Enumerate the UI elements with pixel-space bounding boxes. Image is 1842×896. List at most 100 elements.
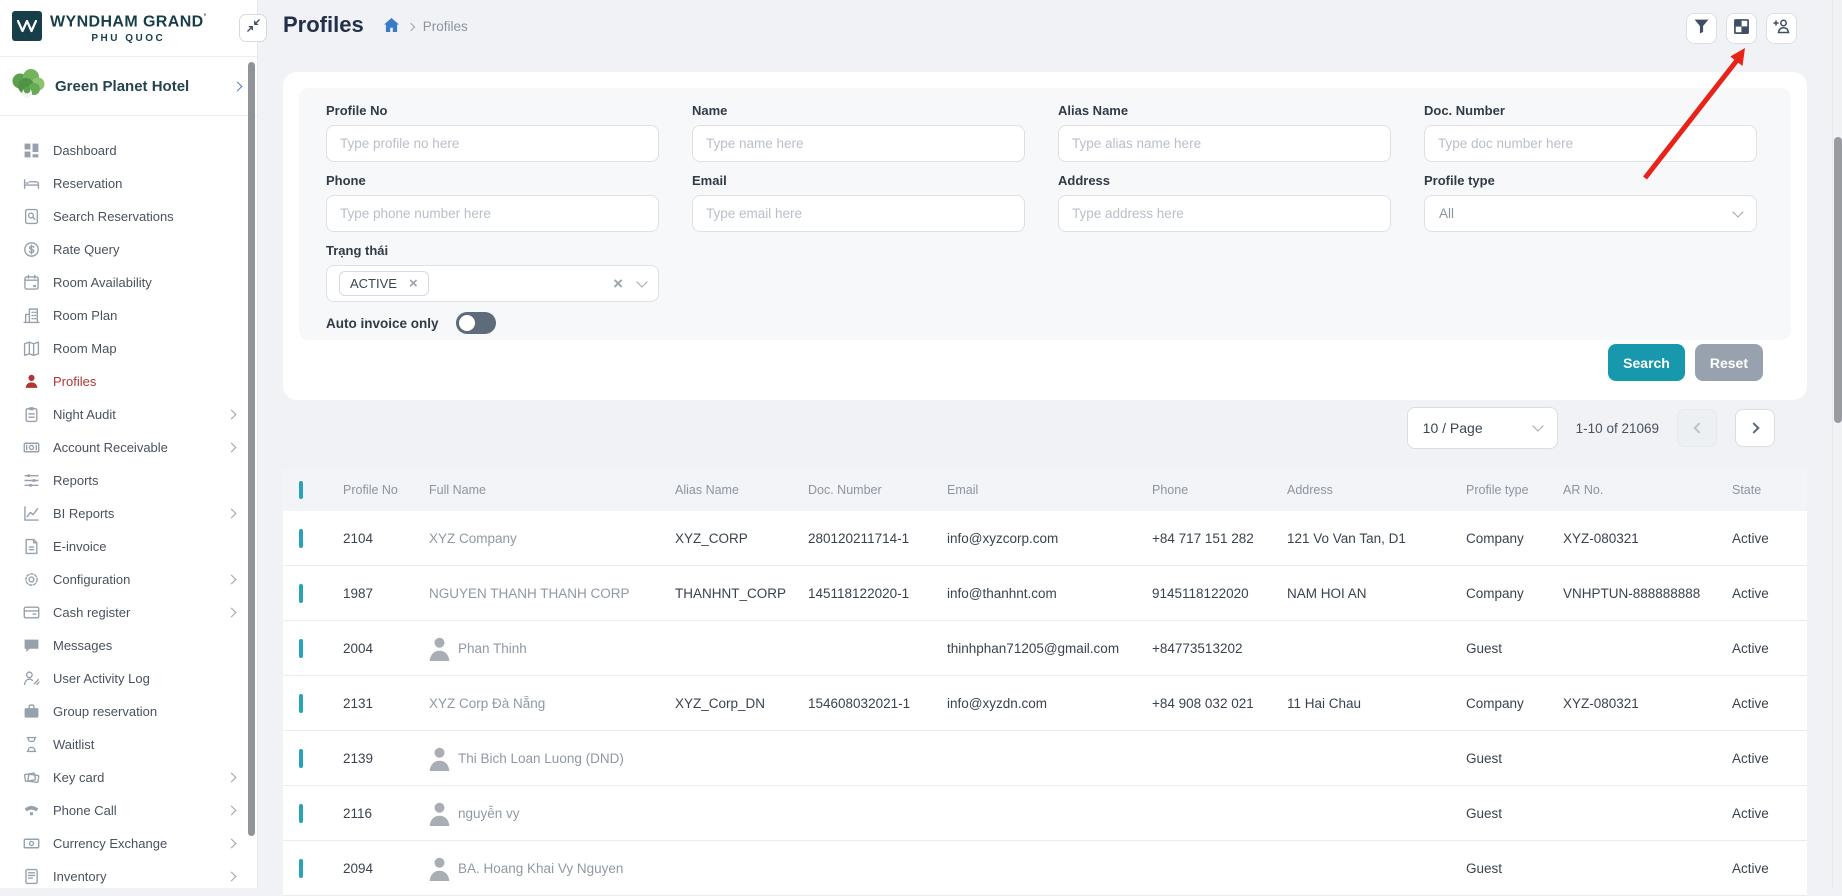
profile-name-link[interactable]: NGUYEN THANH THANH CORP [429,586,630,601]
doc-number-input[interactable] [1424,125,1757,162]
prev-page-button[interactable] [1677,409,1717,447]
table-row[interactable]: 2004 Phan Thinh thinhphan71205@gmail.com… [283,621,1807,676]
address-input[interactable] [1058,195,1391,232]
profile-name-link[interactable]: XYZ Company [429,531,517,546]
home-icon[interactable] [384,18,399,35]
status-multiselect[interactable]: ACTIVE × × [326,265,659,302]
sidebar-item-search-reservations[interactable]: Search Reservations [0,200,257,233]
row-checkbox[interactable] [299,584,303,603]
page-size-select[interactable]: 10 / Page [1407,407,1558,449]
breadcrumb-separator-icon [406,22,414,30]
field-label: Profile type [1424,173,1757,188]
sidebar-item-night-audit[interactable]: Night Audit [0,398,257,431]
chevron-right-icon [227,509,237,519]
row-checkbox[interactable] [299,749,303,768]
row-checkbox[interactable] [299,859,303,878]
add-profile-button[interactable] [1766,13,1797,44]
sidebar-item-room-availability[interactable]: Room Availability [0,266,257,299]
logo-row: WYNDHAM GRAND’ PHU QUOC [0,0,257,57]
bed-icon [22,175,40,193]
collapse-sidebar-button[interactable] [239,14,267,42]
sidebar-item-room-plan[interactable]: Room Plan [0,299,257,332]
alias-name-input[interactable] [1058,125,1391,162]
reset-button[interactable]: Reset [1695,344,1763,381]
clipboard-icon [22,406,40,424]
sidebar-item-cash-register[interactable]: Cash register [0,596,257,629]
sidebar-item-configuration[interactable]: Configuration [0,563,257,596]
line-chart-icon [22,505,40,523]
table-row[interactable]: 2104 XYZ Company XYZ_CORP 280120211714-1… [283,511,1807,566]
table-row[interactable]: 2139 Thi Bich Loan Luong (DND) Guest Act… [283,731,1807,786]
sidebar-item-reservation[interactable]: Reservation [0,167,257,200]
breadcrumb-current: Profiles [423,19,468,34]
search-button[interactable]: Search [1608,344,1685,381]
sidebar-item-profiles[interactable]: Profiles [0,365,257,398]
hotel-tree-icon [10,68,46,105]
filter-actions: Search Reset [1608,344,1763,381]
page-scrollbar-thumb[interactable] [1834,137,1842,423]
column-settings-button[interactable] [1726,13,1757,44]
email-input[interactable] [692,195,1025,232]
field-alias-name: Alias Name [1058,103,1391,162]
pagination-range: 1-10 of 21069 [1576,421,1659,436]
toolbar [1686,13,1797,44]
select-all-checkbox[interactable] [299,481,303,499]
building-icon [22,307,40,325]
row-checkbox[interactable] [299,694,303,713]
sidebar-item-dashboard[interactable]: Dashboard [0,134,257,167]
field-address: Address [1058,173,1391,232]
profile-name-link[interactable]: nguyễn vy [458,806,520,821]
profile-name-link[interactable]: Thi Bich Loan Luong (DND) [458,751,624,766]
profile-type-select[interactable]: All [1424,195,1757,232]
sidebar-item-messages[interactable]: Messages [0,629,257,662]
row-checkbox[interactable] [299,804,303,823]
profile-no-input[interactable] [326,125,659,162]
row-checkbox[interactable] [299,639,303,658]
filter-card: Profile No Name Alias Name Doc. Number P… [283,72,1807,400]
field-profile-type: Profile type All [1424,173,1757,232]
field-name: Name [692,103,1025,162]
sidebar-item-reports[interactable]: Reports [0,464,257,497]
invoice-document-icon [22,538,40,556]
chevron-left-icon [1693,422,1704,433]
sidebar-item-phone-call[interactable]: Phone Call [0,794,257,827]
remove-tag-icon[interactable]: × [409,276,418,291]
brand-subtitle: PHU QUOC [91,33,165,44]
field-label: Address [1058,173,1391,188]
phone-input[interactable] [326,195,659,232]
sidebar-scrollbar[interactable] [248,62,255,836]
table-row[interactable]: 2131 XYZ Corp Đà Nẵng XYZ_Corp_DN 154608… [283,676,1807,731]
banknote-icon [22,439,40,457]
sidebar-item-user-activity-log[interactable]: User Activity Log [0,662,257,695]
profile-name-link[interactable]: BA. Hoang Khai Vy Nguyen [458,861,623,876]
sidebar-item-account-receivable[interactable]: Account Receivable [0,431,257,464]
profile-name-link[interactable]: Phan Thinh [458,641,527,656]
sidebar-item-e-invoice[interactable]: E-invoice [0,530,257,563]
profile-name-link[interactable]: XYZ Corp Đà Nẵng [429,696,545,711]
chevron-right-icon [227,806,237,816]
gear-icon [22,571,40,589]
sidebar-item-waitlist[interactable]: Waitlist [0,728,257,761]
sidebar-item-inventory[interactable]: Inventory [0,860,257,893]
sidebar-item-room-map[interactable]: Room Map [0,332,257,365]
auto-invoice-toggle[interactable] [456,312,496,334]
sidebar-item-bi-reports[interactable]: BI Reports [0,497,257,530]
person-icon [22,373,40,391]
table-row[interactable]: 1987 NGUYEN THANH THANH CORP THANHNT_COR… [283,566,1807,621]
sidebar-item-key-card[interactable]: Key card [0,761,257,794]
clear-select-icon[interactable]: × [613,275,623,292]
table-row[interactable]: 2116 nguyễn vy Guest Active [283,786,1807,841]
chevron-right-icon [233,81,243,91]
filter-button[interactable] [1686,13,1717,44]
sidebar-item-currency-exchange[interactable]: Currency Exchange [0,827,257,860]
pagination: 10 / Page 1-10 of 21069 [1407,407,1775,449]
sidebar-item-rate-query[interactable]: Rate Query [0,233,257,266]
sidebar-item-group-reservation[interactable]: Group reservation [0,695,257,728]
status-tag-active: ACTIVE × [339,271,429,296]
chevron-right-icon [227,443,237,453]
field-label: Name [692,103,1025,118]
name-input[interactable] [692,125,1025,162]
next-page-button[interactable] [1735,409,1775,447]
hotel-selector[interactable]: Green Planet Hotel [0,57,257,116]
row-checkbox[interactable] [299,529,303,548]
